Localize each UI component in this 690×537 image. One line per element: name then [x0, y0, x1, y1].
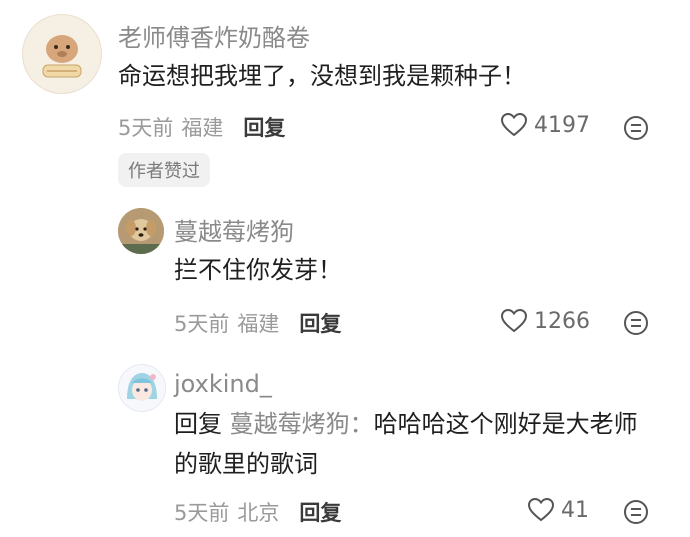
- like-button[interactable]: 1266: [500, 308, 590, 334]
- timestamp: 5天前: [118, 116, 174, 140]
- like-count: 4197: [534, 112, 590, 138]
- comment-meta: 5天前 福建 回复: [118, 112, 285, 142]
- avatar[interactable]: [22, 14, 102, 94]
- avatar[interactable]: [118, 364, 166, 412]
- emoji-face-icon[interactable]: [622, 114, 650, 142]
- username[interactable]: 蔓越莓烤狗: [174, 212, 294, 247]
- like-button[interactable]: 4197: [500, 112, 590, 138]
- comment-text: 命运想把我埋了，没想到我是颗种子！: [118, 62, 526, 90]
- heart-outline-icon: [500, 308, 528, 333]
- comment-meta: 5天前 福建 回复: [174, 308, 341, 338]
- timestamp: 5天前: [174, 312, 230, 336]
- timestamp: 5天前: [174, 501, 230, 525]
- comment-item: joxkind_ 回复 蔓越莓烤狗：哈哈哈这个刚好是大老师的歌里的歌词 5天前 …: [0, 350, 690, 537]
- location: 福建: [237, 312, 280, 336]
- comment-meta: 5天前 北京 回复: [174, 497, 341, 527]
- cartoon-capybara-avatar: [42, 35, 82, 78]
- dog-photo-avatar: [118, 208, 164, 254]
- heart-outline-icon: [527, 497, 555, 522]
- comment-item: 蔓越莓烤狗 拦不住你发芽！ 5天前 福建 回复 1266: [0, 190, 690, 350]
- avatar[interactable]: [118, 208, 164, 254]
- reply-button[interactable]: 回复: [243, 112, 285, 142]
- username[interactable]: joxkind_: [174, 370, 272, 398]
- location: 福建: [181, 116, 224, 140]
- like-button[interactable]: 41: [527, 497, 589, 523]
- reply-button[interactable]: 回复: [299, 308, 341, 338]
- emoji-face-icon[interactable]: [622, 309, 650, 337]
- like-count: 1266: [534, 308, 590, 334]
- author-liked-badge: 作者赞过: [118, 153, 210, 187]
- reply-prefix: 回复: [174, 410, 222, 438]
- like-count: 41: [561, 497, 589, 523]
- comment-item: 老师傅香炸奶酪卷 命运想把我埋了，没想到我是颗种子！ 5天前 福建 回复 419…: [0, 0, 690, 190]
- comment-text: 拦不住你发芽！: [174, 256, 342, 284]
- mention-username[interactable]: 蔓越莓烤狗: [230, 410, 350, 438]
- emoji-face-icon[interactable]: [622, 498, 650, 526]
- reply-button[interactable]: 回复: [299, 497, 341, 527]
- reply-colon: ：: [349, 410, 374, 438]
- comment-text: 回复 蔓越莓烤狗：哈哈哈这个刚好是大老师的歌里的歌词: [174, 404, 644, 484]
- heart-outline-icon: [500, 112, 528, 137]
- username[interactable]: 老师傅香炸奶酪卷: [118, 18, 310, 53]
- anime-girl-avatar: [119, 365, 165, 411]
- location: 北京: [237, 501, 280, 525]
